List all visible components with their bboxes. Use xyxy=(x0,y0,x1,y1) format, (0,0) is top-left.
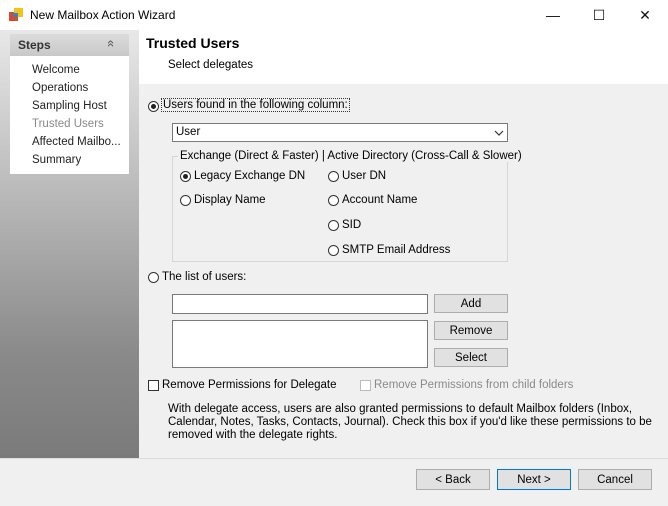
page-title: Trusted Users xyxy=(146,35,240,51)
sid-radio[interactable] xyxy=(328,220,339,231)
maximize-icon: ☐ xyxy=(592,6,606,23)
source-type-group-title: Exchange (Direct & Faster) | Active Dire… xyxy=(178,150,524,162)
display-name-radio[interactable] xyxy=(180,195,191,206)
permissions-description: With delegate access, users are also gra… xyxy=(168,403,652,441)
user-list-box[interactable] xyxy=(172,320,428,368)
sid-label[interactable]: SID xyxy=(342,219,361,231)
remove-permissions-label[interactable]: Remove Permissions for Delegate xyxy=(162,379,337,391)
legacy-exchange-dn-radio[interactable] xyxy=(180,171,191,182)
step-item[interactable]: Operations xyxy=(32,82,124,94)
column-select[interactable]: User xyxy=(172,123,508,142)
remove-permissions-checkbox[interactable] xyxy=(148,380,159,391)
close-icon: ✕ xyxy=(639,6,651,23)
account-name-radio[interactable] xyxy=(328,195,339,206)
user-dn-label[interactable]: User DN xyxy=(342,170,386,182)
remove-button[interactable]: Remove xyxy=(434,321,508,340)
minimize-button[interactable]: — xyxy=(530,0,576,30)
minimize-icon: — xyxy=(546,7,560,23)
user-entry-input[interactable] xyxy=(172,294,428,314)
remove-child-permissions-label: Remove Permissions from child folders xyxy=(374,379,574,391)
steps-title: Steps xyxy=(18,38,51,52)
step-item[interactable]: Trusted Users xyxy=(32,118,124,130)
close-button[interactable]: ✕ xyxy=(622,0,668,30)
account-name-label[interactable]: Account Name xyxy=(342,194,417,206)
cancel-button[interactable]: Cancel xyxy=(578,469,652,490)
column-select-value: User xyxy=(176,126,201,138)
steps-box: Steps « Welcome Operations Sampling Host Tr… xyxy=(10,34,129,174)
step-item[interactable]: Sampling Host xyxy=(32,100,124,112)
display-name-label[interactable]: Display Name xyxy=(194,194,266,206)
maximize-button[interactable]: ☐ xyxy=(576,0,622,30)
user-dn-radio[interactable] xyxy=(328,171,339,182)
step-item[interactable]: Summary xyxy=(32,154,124,166)
smtp-email-radio[interactable] xyxy=(328,245,339,256)
app-icon xyxy=(9,8,23,21)
collapse-icon[interactable]: « xyxy=(104,40,119,47)
smtp-email-label[interactable]: SMTP Email Address xyxy=(342,244,450,256)
remove-child-permissions-checkbox xyxy=(360,380,371,391)
step-item[interactable]: Affected Mailbo... xyxy=(32,136,124,148)
column-option-radio[interactable] xyxy=(148,101,159,112)
select-button[interactable]: Select xyxy=(434,348,508,367)
steps-header[interactable]: Steps « xyxy=(10,34,129,56)
page-subtitle: Select delegates xyxy=(168,59,254,71)
back-button[interactable]: < Back xyxy=(416,469,490,490)
legacy-exchange-dn-label[interactable]: Legacy Exchange DN xyxy=(194,170,305,182)
window-title: New Mailbox Action Wizard xyxy=(30,8,176,22)
column-option-label[interactable]: Users found in the following column: xyxy=(161,98,350,112)
add-button[interactable]: Add xyxy=(434,294,508,313)
next-button[interactable]: Next > xyxy=(497,469,571,490)
step-item[interactable]: Welcome xyxy=(32,64,124,76)
user-list-option-radio[interactable] xyxy=(148,272,159,283)
chevron-down-icon[interactable] xyxy=(490,124,507,141)
user-list-option-label[interactable]: The list of users: xyxy=(162,271,246,283)
